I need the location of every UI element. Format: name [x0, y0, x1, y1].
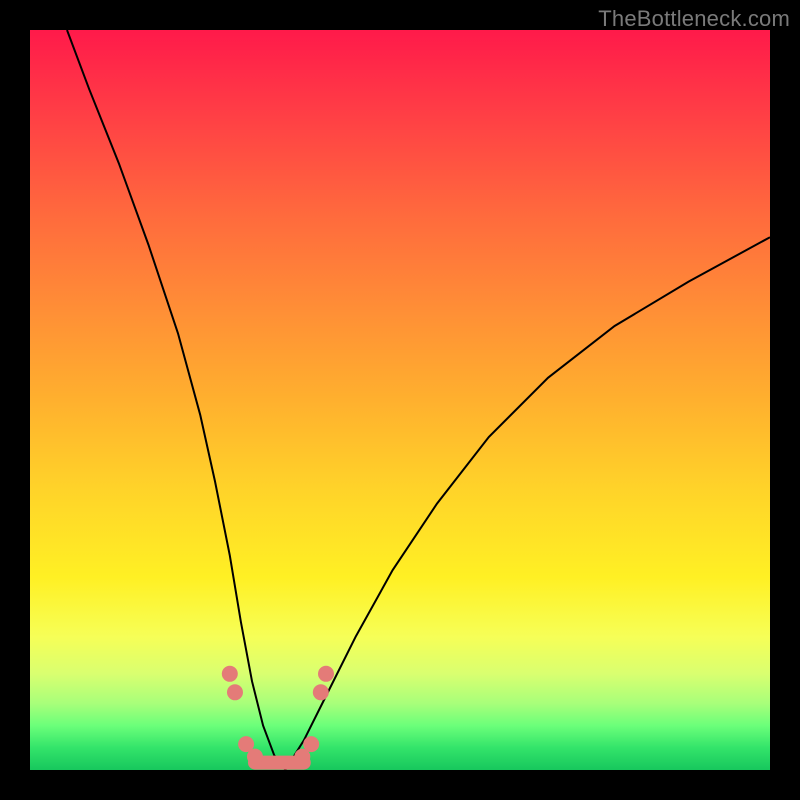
- chart-frame: TheBottleneck.com: [0, 0, 800, 800]
- plot-area: [30, 30, 770, 770]
- curve-left: [67, 30, 285, 770]
- marker-1: [227, 684, 243, 700]
- watermark-text: TheBottleneck.com: [598, 6, 790, 32]
- marker-3: [247, 749, 263, 765]
- curve-right: [285, 237, 770, 770]
- marker-6: [313, 684, 329, 700]
- curve-layer: [30, 30, 770, 770]
- marker-0: [222, 666, 238, 682]
- marker-7: [318, 666, 334, 682]
- marker-5: [303, 736, 319, 752]
